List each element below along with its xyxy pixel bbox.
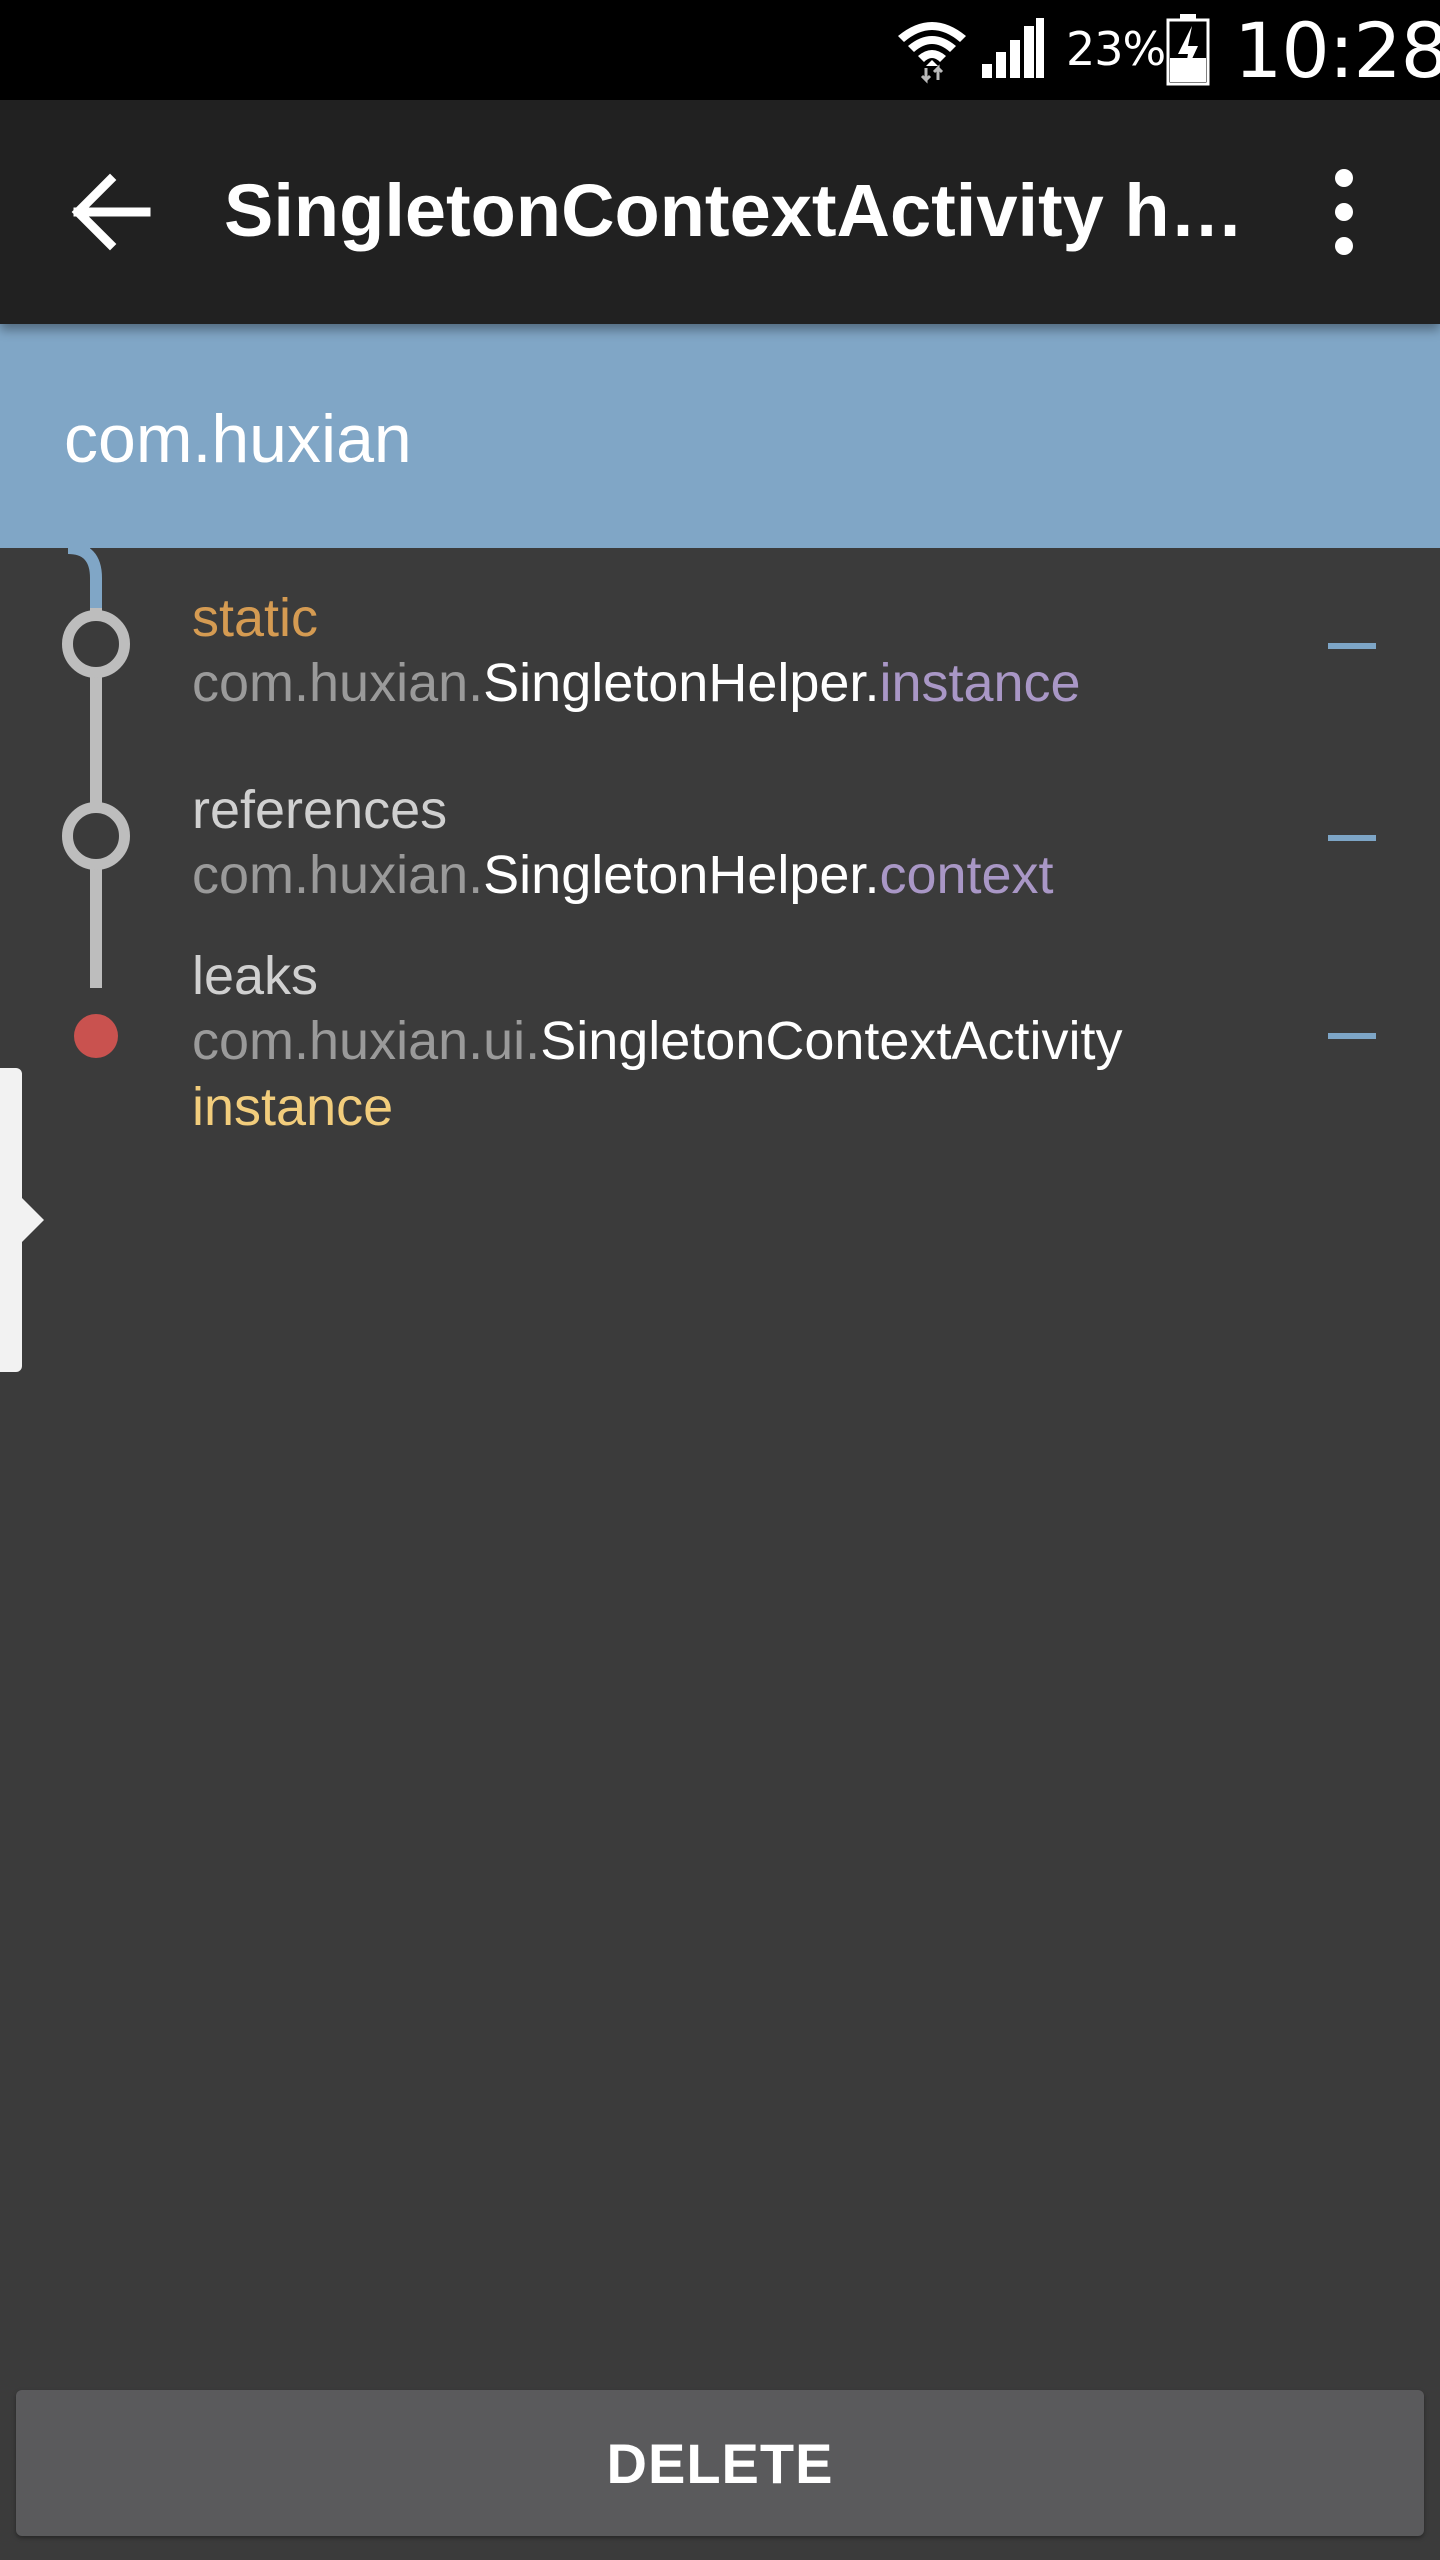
collapse-button[interactable] — [1328, 643, 1376, 649]
chevron-right-icon — [22, 1198, 44, 1242]
battery-percent: 23% — [1066, 22, 1166, 76]
status-bar: 23% 10:28 — [0, 0, 1440, 100]
reference-kind: static — [192, 588, 319, 648]
wifi-icon — [898, 22, 966, 84]
trace-node — [62, 802, 130, 870]
package-name: com.huxian.ui. — [192, 1011, 541, 1071]
more-vert-icon[interactable] — [1312, 164, 1376, 260]
leak-indicator — [74, 1014, 118, 1058]
app-bar: SingletonContextActivity ha… — [0, 100, 1440, 324]
delete-button[interactable]: DELETE — [16, 2390, 1424, 2536]
package-name: com.huxian. — [192, 653, 484, 713]
instance-suffix: instance — [192, 1077, 394, 1137]
separator: . — [864, 845, 880, 905]
class-name: SingletonHelper — [483, 845, 865, 905]
battery-charging-icon — [1166, 14, 1210, 86]
trace-node — [62, 610, 130, 678]
reference-path: com.huxian.ui.SingletonContextActivity — [192, 1008, 1292, 1074]
collapse-button[interactable] — [1328, 835, 1376, 841]
collapse-button[interactable] — [1328, 1033, 1376, 1039]
class-name: SingletonContextActivity — [540, 1011, 1123, 1071]
reference-kind: leaks — [192, 946, 319, 1006]
page-title: SingletonContextActivity ha… — [224, 169, 1284, 252]
reference-path: com.huxian.SingletonHelper.context — [192, 842, 1292, 908]
reference-kind: references — [192, 780, 448, 840]
trace-row: references com.huxian.SingletonHelper.co… — [192, 778, 1292, 908]
field-name: context — [879, 845, 1054, 905]
class-name: SingletonHelper — [483, 653, 865, 713]
reference-path: com.huxian.SingletonHelper.instance — [192, 650, 1292, 716]
separator: . — [864, 653, 880, 713]
leak-root-header: com.huxian — [0, 324, 1440, 548]
root-package-label: com.huxian — [64, 401, 412, 477]
trace-row: leaks com.huxian.ui.SingletonContextActi… — [192, 944, 1292, 1140]
arrow-back-icon[interactable] — [70, 170, 154, 254]
cellular-signal-icon — [982, 18, 1044, 78]
leak-trace: static com.huxian.SingletonHelper.instan… — [0, 548, 1440, 2328]
side-drawer-handle[interactable] — [0, 1068, 44, 1372]
trace-row: static com.huxian.SingletonHelper.instan… — [192, 586, 1292, 716]
field-name: instance — [879, 653, 1081, 713]
clock: 10:28 — [1234, 6, 1440, 95]
package-name: com.huxian. — [192, 845, 484, 905]
